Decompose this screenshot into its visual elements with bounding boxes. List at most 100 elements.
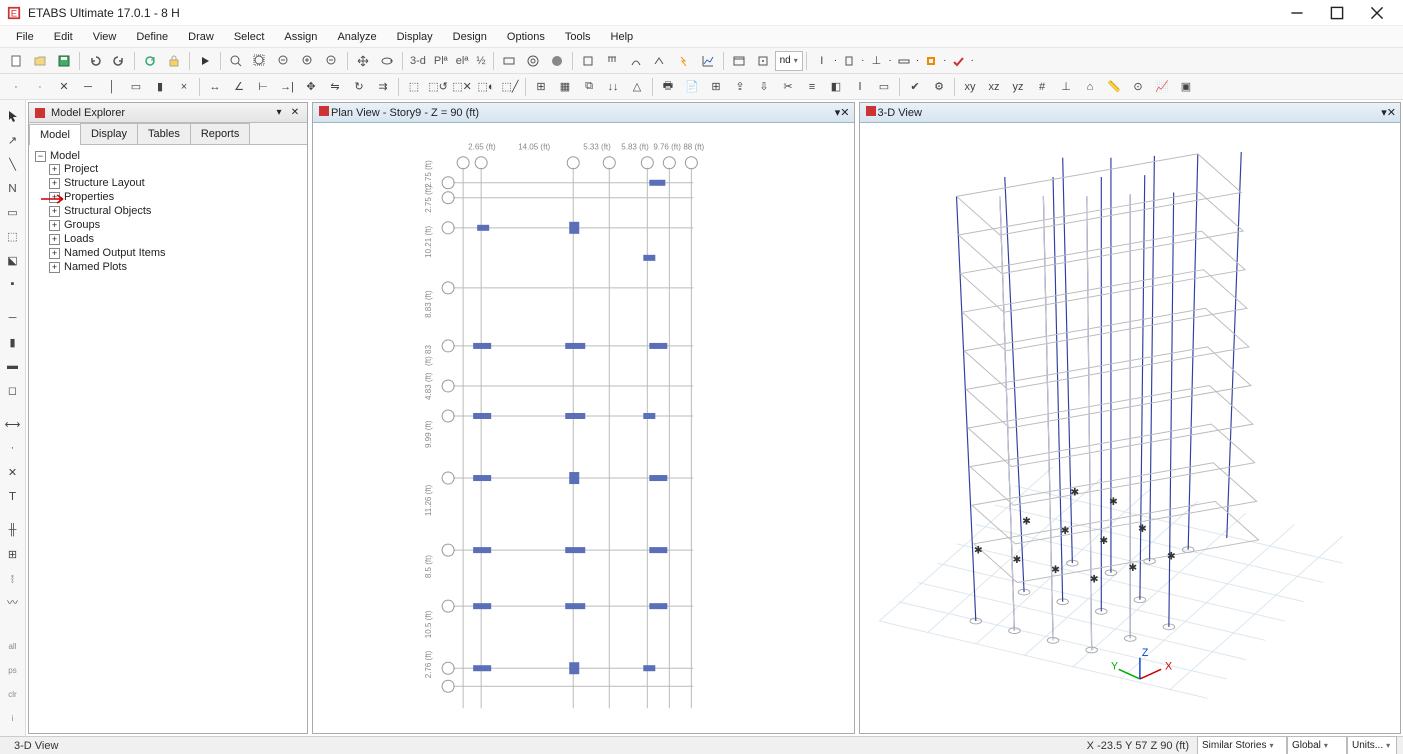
snap-intersect-icon[interactable]: ✕ (2, 461, 24, 483)
show-plot-icon[interactable] (697, 50, 719, 72)
null-icon[interactable]: × (173, 76, 195, 98)
plan-view-pane[interactable]: Plan View - Story9 - Z = 90 (ft) ▾ ✕ (312, 102, 855, 734)
assign-link-icon[interactable]: ⧉ (578, 76, 600, 98)
property-icon[interactable]: ≡ (801, 76, 823, 98)
intersecting-line-icon[interactable]: ⬚╱ (499, 76, 521, 98)
show-undeformed-icon[interactable] (577, 50, 599, 72)
menu-tools[interactable]: Tools (555, 28, 601, 46)
clr-shortcut-icon[interactable]: clr (2, 683, 24, 705)
texteditor-icon[interactable]: Ｔ (2, 485, 24, 507)
mirror-icon[interactable]: ⇋ (324, 76, 346, 98)
pointer-icon[interactable] (2, 105, 24, 127)
menu-assign[interactable]: Assign (274, 28, 327, 46)
undo-icon[interactable] (84, 50, 106, 72)
draw-column-icon[interactable]: ▪ (2, 273, 24, 295)
extrude-icon[interactable]: ▣ (1175, 76, 1197, 98)
tree-item-groups[interactable]: +Groups (49, 218, 301, 232)
tree-item-loads[interactable]: +Loads (49, 232, 301, 246)
zoom-in-icon[interactable] (297, 50, 319, 72)
dimension-icon[interactable]: ↔ (204, 76, 226, 98)
import-icon[interactable]: ⇩ (753, 76, 775, 98)
point-red-icon[interactable]: · (29, 76, 51, 98)
slab-prop-icon[interactable]: ▭ (873, 76, 895, 98)
assign-frame-icon[interactable]: ⊞ (530, 76, 552, 98)
offset-icon[interactable]: ⇉ (372, 76, 394, 98)
zoom-prev-icon[interactable] (273, 50, 295, 72)
design-conc-icon[interactable] (920, 50, 942, 72)
show-axes-icon[interactable]: ⊥ (1055, 76, 1077, 98)
statusbar-coord-system-combo[interactable]: Global (1287, 736, 1347, 754)
view-close-icon[interactable]: ✕ (1387, 106, 1396, 119)
menu-edit[interactable]: Edit (44, 28, 83, 46)
close-button[interactable] (1357, 0, 1397, 26)
statusbar-units-combo[interactable]: Units... (1347, 736, 1397, 754)
design-slab-icon[interactable] (893, 50, 915, 72)
tree-item-project[interactable]: +Project (49, 162, 301, 176)
maximize-button[interactable] (1317, 0, 1357, 26)
tab-display[interactable]: Display (80, 123, 138, 144)
check-model-icon[interactable]: ✔ (904, 76, 926, 98)
menu-design[interactable]: Design (443, 28, 497, 46)
3d-view-canvas[interactable]: ✱✱ ✱✱ ✱✱ ✱✱ ✱✱ ✱✱ X Y Z (860, 123, 1401, 733)
expand-icon[interactable]: + (49, 178, 60, 189)
tree-item-properties[interactable]: +Properties (49, 190, 301, 204)
dimension-line-icon[interactable]: ⟷ (2, 413, 24, 435)
perspective-icon[interactable] (498, 50, 520, 72)
ps-shortcut-icon[interactable]: ps (2, 659, 24, 681)
expand-icon[interactable]: + (49, 262, 60, 273)
expand-icon[interactable]: + (49, 234, 60, 245)
panel-close-icon[interactable]: ✕ (287, 105, 303, 121)
material-icon[interactable]: ◧ (825, 76, 847, 98)
wall-icon[interactable]: ▮ (149, 76, 171, 98)
tree-item-named-plots[interactable]: +Named Plots (49, 260, 301, 274)
statusbar-story-combo[interactable]: Similar Stories (1197, 736, 1287, 754)
save-icon[interactable] (53, 50, 75, 72)
beam-icon[interactable]: ─ (77, 76, 99, 98)
named-display-combo[interactable]: nd (775, 51, 803, 71)
section-view-icon[interactable]: ╫ (2, 519, 24, 541)
menu-analyze[interactable]: Analyze (327, 28, 386, 46)
axes-xz-icon[interactable]: xz (983, 76, 1005, 98)
measure-icon[interactable]: 📏 (1103, 76, 1125, 98)
show-forces-icon[interactable] (649, 50, 671, 72)
view-close-icon[interactable]: ✕ (840, 106, 849, 119)
column-icon[interactable]: │ (101, 76, 123, 98)
assign-load-icon[interactable]: ↓↓ (602, 76, 624, 98)
show-deformed-icon[interactable] (625, 50, 647, 72)
snap-icon[interactable]: ⊙ (1127, 76, 1149, 98)
show-loads-icon[interactable] (601, 50, 623, 72)
expand-icon[interactable]: + (49, 164, 60, 175)
design-composite-icon[interactable] (838, 50, 860, 72)
draw-line-icon[interactable]: ╲ (2, 153, 24, 175)
refresh-icon[interactable] (139, 50, 161, 72)
set-3d-view-button[interactable]: 3-d (406, 55, 430, 67)
open-icon[interactable] (29, 50, 51, 72)
info-shortcut-icon[interactable]: i (2, 707, 24, 729)
model-tree[interactable]: −Model +Project +Structure Layout +Prope… (29, 145, 307, 733)
wave-icon[interactable]: 〰 (2, 591, 24, 613)
3d-view-pane[interactable]: 3-D View ▾ ✕ (859, 102, 1402, 734)
print-icon[interactable]: 🖶 (657, 76, 679, 98)
design-shear-icon[interactable]: ⊥ (865, 50, 887, 72)
menu-define[interactable]: Define (126, 28, 178, 46)
design-check-icon[interactable] (947, 50, 969, 72)
pan-icon[interactable] (352, 50, 374, 72)
extend-icon[interactable]: →| (276, 76, 298, 98)
toggle-half-icon[interactable]: ½ (472, 55, 489, 67)
select-prev-icon[interactable]: ⬚↺ (427, 76, 449, 98)
analyze-options-icon[interactable]: ⚙ (928, 76, 950, 98)
tab-reports[interactable]: Reports (190, 123, 251, 144)
menu-file[interactable]: File (6, 28, 44, 46)
named-display-icon[interactable] (728, 50, 750, 72)
3d-view-header[interactable]: 3-D View ▾ ✕ (860, 103, 1401, 123)
set-plan-view-button[interactable]: Plª (430, 55, 452, 67)
zoom-rubber-icon[interactable] (225, 50, 247, 72)
new-model-icon[interactable] (5, 50, 27, 72)
panel-dropdown-icon[interactable]: ▾ (271, 105, 287, 121)
all-select-shortcut-icon[interactable]: all (2, 635, 24, 657)
select-invert-icon[interactable]: ⬚◐ (475, 76, 497, 98)
show-energy-icon[interactable] (673, 50, 695, 72)
export-icon[interactable]: ⇪ (729, 76, 751, 98)
lock-icon[interactable] (163, 50, 185, 72)
menu-draw[interactable]: Draw (178, 28, 224, 46)
